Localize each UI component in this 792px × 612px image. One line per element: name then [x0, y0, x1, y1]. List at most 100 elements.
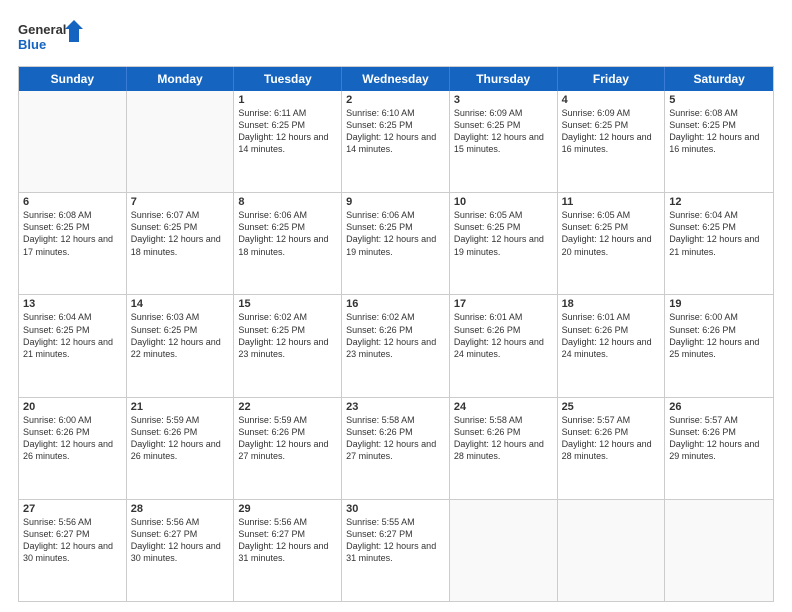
day-number: 29: [238, 503, 337, 515]
calendar-cell: [558, 500, 666, 601]
calendar-body: 1Sunrise: 6:11 AM Sunset: 6:25 PM Daylig…: [19, 91, 773, 601]
cell-info: Sunrise: 5:55 AM Sunset: 6:27 PM Dayligh…: [346, 516, 445, 565]
cell-info: Sunrise: 6:09 AM Sunset: 6:25 PM Dayligh…: [562, 107, 661, 156]
day-number: 9: [346, 196, 445, 208]
calendar-cell: 20Sunrise: 6:00 AM Sunset: 6:26 PM Dayli…: [19, 398, 127, 499]
day-number: 23: [346, 401, 445, 413]
day-number: 26: [669, 401, 769, 413]
cell-info: Sunrise: 5:56 AM Sunset: 6:27 PM Dayligh…: [238, 516, 337, 565]
calendar-cell: 2Sunrise: 6:10 AM Sunset: 6:25 PM Daylig…: [342, 91, 450, 192]
cell-info: Sunrise: 5:56 AM Sunset: 6:27 PM Dayligh…: [131, 516, 230, 565]
day-number: 14: [131, 298, 230, 310]
day-number: 20: [23, 401, 122, 413]
cell-info: Sunrise: 6:05 AM Sunset: 6:25 PM Dayligh…: [454, 209, 553, 258]
day-number: 4: [562, 94, 661, 106]
svg-text:General: General: [18, 22, 66, 37]
cell-info: Sunrise: 6:10 AM Sunset: 6:25 PM Dayligh…: [346, 107, 445, 156]
header-day-thursday: Thursday: [450, 67, 558, 91]
calendar-row-3: 13Sunrise: 6:04 AM Sunset: 6:25 PM Dayli…: [19, 294, 773, 396]
cell-info: Sunrise: 6:08 AM Sunset: 6:25 PM Dayligh…: [23, 209, 122, 258]
calendar-cell: 4Sunrise: 6:09 AM Sunset: 6:25 PM Daylig…: [558, 91, 666, 192]
cell-info: Sunrise: 6:00 AM Sunset: 6:26 PM Dayligh…: [23, 414, 122, 463]
cell-info: Sunrise: 6:04 AM Sunset: 6:25 PM Dayligh…: [669, 209, 769, 258]
day-number: 25: [562, 401, 661, 413]
cell-info: Sunrise: 6:02 AM Sunset: 6:25 PM Dayligh…: [238, 311, 337, 360]
day-number: 13: [23, 298, 122, 310]
header-day-wednesday: Wednesday: [342, 67, 450, 91]
calendar-cell: 11Sunrise: 6:05 AM Sunset: 6:25 PM Dayli…: [558, 193, 666, 294]
calendar-cell: 8Sunrise: 6:06 AM Sunset: 6:25 PM Daylig…: [234, 193, 342, 294]
day-number: 5: [669, 94, 769, 106]
cell-info: Sunrise: 6:05 AM Sunset: 6:25 PM Dayligh…: [562, 209, 661, 258]
day-number: 27: [23, 503, 122, 515]
calendar-cell: 19Sunrise: 6:00 AM Sunset: 6:26 PM Dayli…: [665, 295, 773, 396]
calendar-cell: 10Sunrise: 6:05 AM Sunset: 6:25 PM Dayli…: [450, 193, 558, 294]
logo: General Blue: [18, 18, 88, 56]
calendar: SundayMondayTuesdayWednesdayThursdayFrid…: [18, 66, 774, 602]
calendar-row-2: 6Sunrise: 6:08 AM Sunset: 6:25 PM Daylig…: [19, 192, 773, 294]
calendar-cell: [127, 91, 235, 192]
page-header: General Blue: [18, 18, 774, 56]
calendar-row-4: 20Sunrise: 6:00 AM Sunset: 6:26 PM Dayli…: [19, 397, 773, 499]
cell-info: Sunrise: 6:03 AM Sunset: 6:25 PM Dayligh…: [131, 311, 230, 360]
day-number: 28: [131, 503, 230, 515]
calendar-cell: 17Sunrise: 6:01 AM Sunset: 6:26 PM Dayli…: [450, 295, 558, 396]
day-number: 15: [238, 298, 337, 310]
cell-info: Sunrise: 5:58 AM Sunset: 6:26 PM Dayligh…: [454, 414, 553, 463]
cell-info: Sunrise: 6:00 AM Sunset: 6:26 PM Dayligh…: [669, 311, 769, 360]
header-day-friday: Friday: [558, 67, 666, 91]
day-number: 22: [238, 401, 337, 413]
cell-info: Sunrise: 5:58 AM Sunset: 6:26 PM Dayligh…: [346, 414, 445, 463]
calendar-cell: 7Sunrise: 6:07 AM Sunset: 6:25 PM Daylig…: [127, 193, 235, 294]
calendar-cell: 1Sunrise: 6:11 AM Sunset: 6:25 PM Daylig…: [234, 91, 342, 192]
calendar-cell: 26Sunrise: 5:57 AM Sunset: 6:26 PM Dayli…: [665, 398, 773, 499]
calendar-cell: 30Sunrise: 5:55 AM Sunset: 6:27 PM Dayli…: [342, 500, 450, 601]
cell-info: Sunrise: 6:04 AM Sunset: 6:25 PM Dayligh…: [23, 311, 122, 360]
cell-info: Sunrise: 5:57 AM Sunset: 6:26 PM Dayligh…: [669, 414, 769, 463]
day-number: 12: [669, 196, 769, 208]
day-number: 30: [346, 503, 445, 515]
calendar-cell: 18Sunrise: 6:01 AM Sunset: 6:26 PM Dayli…: [558, 295, 666, 396]
calendar-cell: [665, 500, 773, 601]
calendar-row-1: 1Sunrise: 6:11 AM Sunset: 6:25 PM Daylig…: [19, 91, 773, 192]
cell-info: Sunrise: 5:59 AM Sunset: 6:26 PM Dayligh…: [238, 414, 337, 463]
day-number: 11: [562, 196, 661, 208]
cell-info: Sunrise: 6:07 AM Sunset: 6:25 PM Dayligh…: [131, 209, 230, 258]
calendar-cell: 5Sunrise: 6:08 AM Sunset: 6:25 PM Daylig…: [665, 91, 773, 192]
day-number: 19: [669, 298, 769, 310]
calendar-header: SundayMondayTuesdayWednesdayThursdayFrid…: [19, 67, 773, 91]
calendar-cell: 24Sunrise: 5:58 AM Sunset: 6:26 PM Dayli…: [450, 398, 558, 499]
cell-info: Sunrise: 6:02 AM Sunset: 6:26 PM Dayligh…: [346, 311, 445, 360]
cell-info: Sunrise: 6:08 AM Sunset: 6:25 PM Dayligh…: [669, 107, 769, 156]
day-number: 18: [562, 298, 661, 310]
header-day-sunday: Sunday: [19, 67, 127, 91]
calendar-cell: 22Sunrise: 5:59 AM Sunset: 6:26 PM Dayli…: [234, 398, 342, 499]
cell-info: Sunrise: 5:59 AM Sunset: 6:26 PM Dayligh…: [131, 414, 230, 463]
calendar-cell: 6Sunrise: 6:08 AM Sunset: 6:25 PM Daylig…: [19, 193, 127, 294]
cell-info: Sunrise: 5:56 AM Sunset: 6:27 PM Dayligh…: [23, 516, 122, 565]
calendar-cell: 23Sunrise: 5:58 AM Sunset: 6:26 PM Dayli…: [342, 398, 450, 499]
day-number: 3: [454, 94, 553, 106]
cell-info: Sunrise: 6:09 AM Sunset: 6:25 PM Dayligh…: [454, 107, 553, 156]
day-number: 17: [454, 298, 553, 310]
day-number: 10: [454, 196, 553, 208]
day-number: 21: [131, 401, 230, 413]
calendar-cell: 14Sunrise: 6:03 AM Sunset: 6:25 PM Dayli…: [127, 295, 235, 396]
header-day-saturday: Saturday: [665, 67, 773, 91]
day-number: 16: [346, 298, 445, 310]
cell-info: Sunrise: 6:01 AM Sunset: 6:26 PM Dayligh…: [562, 311, 661, 360]
svg-text:Blue: Blue: [18, 37, 46, 52]
day-number: 8: [238, 196, 337, 208]
calendar-cell: 13Sunrise: 6:04 AM Sunset: 6:25 PM Dayli…: [19, 295, 127, 396]
logo-svg: General Blue: [18, 18, 88, 56]
calendar-cell: 28Sunrise: 5:56 AM Sunset: 6:27 PM Dayli…: [127, 500, 235, 601]
calendar-row-5: 27Sunrise: 5:56 AM Sunset: 6:27 PM Dayli…: [19, 499, 773, 601]
calendar-cell: 16Sunrise: 6:02 AM Sunset: 6:26 PM Dayli…: [342, 295, 450, 396]
cell-info: Sunrise: 6:01 AM Sunset: 6:26 PM Dayligh…: [454, 311, 553, 360]
header-day-tuesday: Tuesday: [234, 67, 342, 91]
calendar-cell: 29Sunrise: 5:56 AM Sunset: 6:27 PM Dayli…: [234, 500, 342, 601]
day-number: 6: [23, 196, 122, 208]
calendar-cell: 27Sunrise: 5:56 AM Sunset: 6:27 PM Dayli…: [19, 500, 127, 601]
cell-info: Sunrise: 5:57 AM Sunset: 6:26 PM Dayligh…: [562, 414, 661, 463]
calendar-cell: 12Sunrise: 6:04 AM Sunset: 6:25 PM Dayli…: [665, 193, 773, 294]
